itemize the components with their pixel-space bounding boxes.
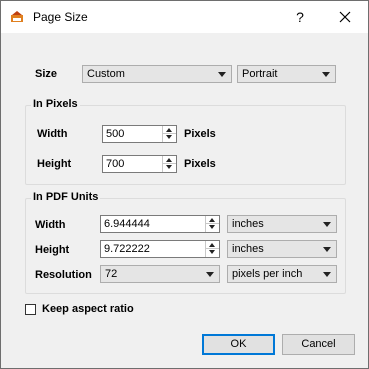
arrow-down-icon [209,250,215,254]
decrement-button[interactable] [163,164,176,172]
pixels-width-unit: Pixels [184,128,216,140]
pixels-height-stepper[interactable] [162,156,176,172]
pdf-height-value: 9.722222 [104,243,150,255]
decrement-button[interactable] [206,249,219,257]
chevron-down-icon [206,272,214,277]
pdf-units-group-title: In PDF Units [31,191,101,203]
page-size-dialog: Page Size ? Size Custom Portrait In Pixe… [0,0,369,369]
window-title: Page Size [33,10,88,24]
increment-button[interactable] [206,241,219,249]
arrow-down-icon [166,135,172,139]
pdf-height-stepper[interactable] [205,241,219,257]
resolution-label: Resolution [35,269,92,281]
keep-aspect-ratio-checkbox[interactable] [25,304,36,315]
resolution-value: 72 [105,268,118,280]
pdf-width-unit-value: inches [232,218,264,230]
pdf-width-input[interactable]: 6.944444 [100,215,220,233]
app-icon [11,11,23,22]
pixels-height-input[interactable]: 700 [102,155,177,173]
help-button[interactable]: ? [290,8,310,26]
arrow-up-icon [209,243,215,247]
resolution-unit-value: pixels per inch [232,268,303,280]
decrement-button[interactable] [206,224,219,232]
resolution-unit-select[interactable]: pixels per inch [227,265,337,283]
pdf-width-label: Width [35,219,66,231]
cancel-button[interactable]: Cancel [282,334,355,355]
arrow-up-icon [209,218,215,222]
resolution-select[interactable]: 72 [100,265,220,283]
chevron-down-icon [322,72,330,77]
pdf-height-input[interactable]: 9.722222 [100,240,220,258]
increment-button[interactable] [163,156,176,164]
chevron-down-icon [323,222,331,227]
arrow-up-icon [166,158,172,162]
pdf-width-stepper[interactable] [205,216,219,232]
keep-aspect-ratio-label: Keep aspect ratio [42,303,134,315]
ok-button[interactable]: OK [202,334,275,355]
pdf-height-unit-select[interactable]: inches [227,240,337,258]
size-select-value: Custom [87,68,125,80]
increment-button[interactable] [163,126,176,134]
chevron-down-icon [218,72,226,77]
pixels-width-value: 500 [106,128,125,140]
pixels-group-title: In Pixels [31,98,80,110]
title-bar: Page Size ? [1,1,368,33]
pdf-width-value: 6.944444 [104,218,150,230]
pixels-height-unit: Pixels [184,158,216,170]
pdf-height-unit-value: inches [232,243,264,255]
orientation-select-value: Portrait [242,68,278,80]
close-icon[interactable] [335,8,355,26]
pixels-width-label: Width [37,128,68,140]
chevron-down-icon [323,272,331,277]
pixels-height-label: Height [37,158,72,170]
pixels-width-input[interactable]: 500 [102,125,177,143]
increment-button[interactable] [206,216,219,224]
arrow-up-icon [166,128,172,132]
pdf-height-label: Height [35,244,70,256]
chevron-down-icon [323,247,331,252]
pixels-width-stepper[interactable] [162,126,176,142]
size-select[interactable]: Custom [82,65,232,83]
pixels-group [25,105,346,185]
decrement-button[interactable] [163,134,176,142]
pixels-height-value: 700 [106,158,125,170]
arrow-down-icon [209,225,215,229]
pdf-width-unit-select[interactable]: inches [227,215,337,233]
orientation-select[interactable]: Portrait [237,65,336,83]
arrow-down-icon [166,165,172,169]
size-label: Size [35,68,58,80]
